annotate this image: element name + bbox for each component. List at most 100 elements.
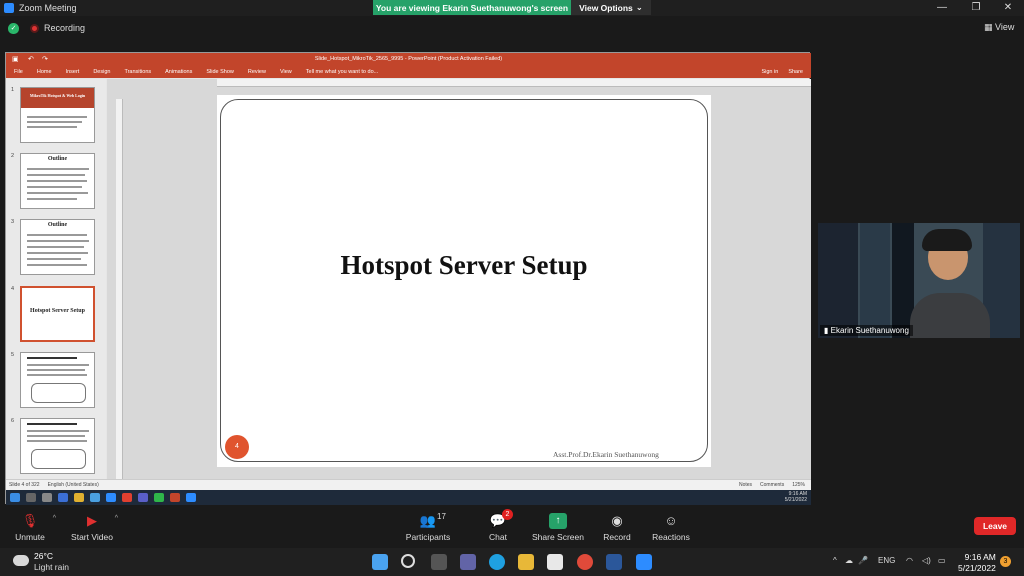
slide-thumbnail: MikroTik Hotspot & Web Login xyxy=(20,87,95,143)
video-off-icon: ▶ xyxy=(87,513,97,528)
weather-cloud-icon[interactable] xyxy=(13,555,29,566)
task-view-icon xyxy=(42,493,52,502)
zoom-icon[interactable] xyxy=(636,554,652,570)
view-button[interactable]: ▦ View xyxy=(984,22,1014,33)
unmute-label: Unmute xyxy=(15,532,45,542)
chat-button[interactable]: 💬 2 Chat xyxy=(468,509,528,549)
record-label: Record xyxy=(603,532,631,542)
close-button[interactable]: ✕ xyxy=(998,1,1018,15)
view-options-button[interactable]: View Options ⌄ xyxy=(571,0,651,15)
notes-toggle: Notes xyxy=(738,482,753,488)
comments-toggle: Comments xyxy=(760,482,785,488)
zoom-meeting-toolbar: 🎙 Unmute ^ ▶ Start Video ^ 👥 17 Particip… xyxy=(0,509,1024,549)
taskbar-clock[interactable]: 9:16 AM 5/21/2022 xyxy=(958,552,996,574)
restore-button[interactable]: ❐ xyxy=(966,1,986,15)
zoom-level: 125% xyxy=(792,482,805,488)
window-title: Zoom Meeting xyxy=(19,3,77,13)
chat-badge: 2 xyxy=(502,509,513,520)
recording-icon xyxy=(30,24,39,33)
ppt-status-bar: Slide 4 of 322 English (United States) N… xyxy=(6,479,811,490)
notification-badge[interactable]: 3 xyxy=(1000,556,1011,567)
thumb-title: Hotspot Server Setup xyxy=(30,308,85,314)
windows-taskbar: 26°C Light rain ^ ☁ 🎤 ENG ◠ ◁) ▭ 9:16 AM… xyxy=(0,548,1024,576)
store-icon[interactable] xyxy=(547,554,563,570)
sign-in-link: Sign in xyxy=(761,69,779,75)
participant-video-tile[interactable]: ▮ Ekarin Suethanuwong xyxy=(818,223,1020,338)
participant-name-label: ▮ Ekarin Suethanuwong xyxy=(820,325,913,336)
share-screen-icon: ↑ xyxy=(549,513,567,529)
volume-icon[interactable]: ◁) xyxy=(922,556,931,565)
record-button[interactable]: ◉ Record xyxy=(587,509,647,549)
thumb-number: 1 xyxy=(11,87,15,93)
reactions-button[interactable]: ☺ Reactions xyxy=(641,509,701,549)
ribbon-tab: Insert xyxy=(65,69,80,75)
zoom-app-icon xyxy=(4,3,14,13)
thumb-title: Outline xyxy=(47,156,68,162)
slide-number-badge: 4 xyxy=(225,435,249,459)
teams-icon xyxy=(138,493,148,502)
edge-icon xyxy=(58,493,68,502)
chevron-up-icon: ^ xyxy=(52,515,56,522)
participant-hair xyxy=(922,229,972,251)
viewing-screen-banner: You are viewing Ekarin Suethanuwong's sc… xyxy=(373,0,571,15)
battery-icon[interactable]: ▭ xyxy=(938,556,946,565)
ribbon-tab: Slide Show xyxy=(206,69,234,75)
slide-thumbnails-pane: 1 MikroTik Hotspot & Web Login 2 Outline… xyxy=(6,79,106,479)
ppt-ribbon-tabs: File Home Insert Design Transitions Anim… xyxy=(6,66,811,78)
participant-shirt xyxy=(910,293,990,338)
thumb-number: 4 xyxy=(11,286,15,292)
leave-button[interactable]: Leave xyxy=(974,517,1016,535)
word-icon[interactable] xyxy=(606,554,622,570)
participants-count: 17 xyxy=(437,512,446,521)
chrome-icon xyxy=(122,493,132,502)
slide-thumbnail: Outline xyxy=(20,219,95,275)
tell-me-box: Tell me what you want to do... xyxy=(305,69,379,75)
windows-start-icon[interactable] xyxy=(372,554,388,570)
weather-description[interactable]: Light rain xyxy=(34,562,69,572)
language-indicator[interactable]: ENG xyxy=(878,556,895,565)
microphone-icon[interactable]: 🎤 xyxy=(858,556,868,565)
teams-chat-icon[interactable] xyxy=(460,554,476,570)
thumb-number: 3 xyxy=(11,219,15,225)
search-icon[interactable] xyxy=(401,554,415,568)
weather-temperature[interactable]: 26°C xyxy=(34,551,53,561)
ribbon-tab: Home xyxy=(36,69,52,75)
edge-icon[interactable] xyxy=(489,554,505,570)
inner-clock-date: 5/21/2022 xyxy=(784,497,807,503)
current-slide: Hotspot Server Setup 4 Asst.Prof.Dr.Ekar… xyxy=(217,95,711,467)
thumb-number: 5 xyxy=(11,352,15,358)
participants-button[interactable]: 👥 17 Participants xyxy=(398,509,458,549)
chevron-up-icon: ^ xyxy=(114,515,118,522)
powerpoint-icon xyxy=(170,493,180,502)
participants-icon: 👥 xyxy=(419,513,437,528)
slide-thumbnail xyxy=(20,418,95,474)
clock-date: 5/21/2022 xyxy=(958,563,996,573)
slide-counter: Slide 4 of 322 xyxy=(9,482,40,488)
task-view-icon[interactable] xyxy=(431,554,447,570)
chevron-up-icon[interactable]: ^ xyxy=(833,556,837,565)
record-icon: ◉ xyxy=(611,513,623,528)
slide-author: Asst.Prof.Dr.Ekarin Suethanuwong xyxy=(553,450,659,459)
start-video-button[interactable]: ▶ Start Video ^ xyxy=(62,509,122,549)
view-options-label: View Options xyxy=(579,2,633,13)
chrome-icon[interactable] xyxy=(577,554,593,570)
unmute-button[interactable]: 🎙 Unmute ^ xyxy=(0,509,60,549)
shield-icon[interactable]: ✓ xyxy=(8,23,19,34)
participant-name: Ekarin Suethanuwong xyxy=(830,326,909,335)
share-screen-button[interactable]: ↑ Share Screen xyxy=(527,509,589,549)
store-icon xyxy=(90,493,100,502)
start-video-label: Start Video xyxy=(71,532,113,542)
chat-label: Chat xyxy=(489,532,507,542)
slide-title: Hotspot Server Setup xyxy=(340,250,588,280)
mail-icon xyxy=(106,493,116,502)
minimize-button[interactable]: — xyxy=(932,1,952,15)
search-icon xyxy=(26,493,36,502)
ribbon-tab: File xyxy=(14,69,23,75)
thumb-title: MikroTik Hotspot & Web Login xyxy=(29,93,86,98)
file-explorer-icon[interactable] xyxy=(518,554,534,570)
vertical-ruler xyxy=(116,99,123,479)
ppt-document-title: Slide_Hotspot_MikroTik_2565_9995 - Power… xyxy=(314,56,503,62)
wifi-icon[interactable]: ◠ xyxy=(906,556,913,565)
onedrive-icon[interactable]: ☁ xyxy=(845,556,853,565)
reactions-label: Reactions xyxy=(652,532,690,542)
